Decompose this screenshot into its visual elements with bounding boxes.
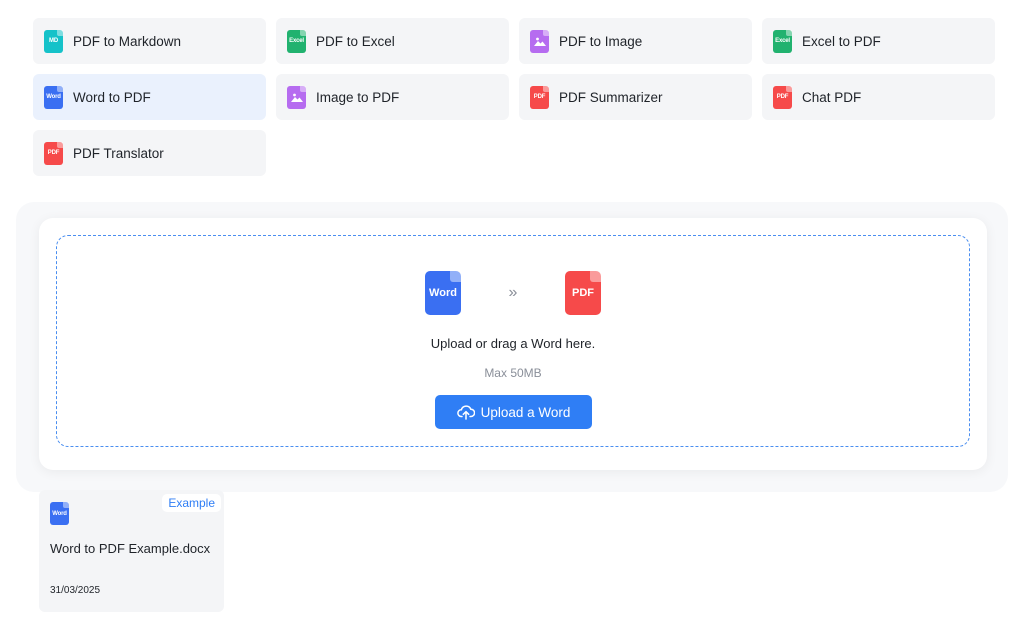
excel-file-icon: Excel [773,29,792,53]
md-file-icon: MD [44,29,63,53]
tool-chat-pdf[interactable]: PDF Chat PDF [762,74,995,120]
example-file-card[interactable]: Example Word Word to PDF Example.docx 31… [39,490,224,612]
conversion-illustration: Word » PDF [57,271,969,315]
cloud-upload-icon [456,405,475,420]
tool-label: PDF Translator [73,145,164,161]
example-filename: Word to PDF Example.docx [50,541,211,556]
tool-label: Image to PDF [316,89,400,105]
tool-label: PDF to Excel [316,33,395,49]
tool-grid: MD PDF to Markdown Excel PDF to Excel PD… [33,18,995,176]
example-date: 31/03/2025 [50,585,101,596]
word-file-icon: Word [44,85,63,109]
word-file-icon: Word [50,502,69,525]
image-file-icon [530,29,549,53]
double-chevron-right-icon: » [508,284,518,301]
pdf-file-icon: PDF [565,271,601,315]
tool-label: Chat PDF [802,89,862,105]
example-badge: Example [162,494,221,512]
max-size-note: Max 50MB [484,366,542,380]
tool-image-to-pdf[interactable]: Image to PDF [276,74,509,120]
tool-pdf-to-excel[interactable]: Excel PDF to Excel [276,18,509,64]
image-file-icon [287,85,306,109]
tool-label: PDF to Markdown [73,33,182,49]
upload-card: Word » PDF Upload or drag a Word here. M… [39,218,987,470]
pdf-file-icon: PDF [530,85,549,109]
tool-word-to-pdf[interactable]: Word Word to PDF [33,74,266,120]
tool-label: Excel to PDF [802,33,881,49]
upload-button-label: Upload a Word [480,404,571,420]
tool-pdf-to-markdown[interactable]: MD PDF to Markdown [33,18,266,64]
tool-label: Word to PDF [73,89,151,105]
tool-label: PDF Summarizer [559,89,663,105]
excel-file-icon: Excel [287,29,306,53]
drop-instruction: Upload or drag a Word here. [430,336,596,351]
file-dropzone[interactable]: Word » PDF Upload or drag a Word here. M… [56,235,970,447]
tool-pdf-summarizer[interactable]: PDF PDF Summarizer [519,74,752,120]
upload-button[interactable]: Upload a Word [435,395,592,429]
tool-label: PDF to Image [559,33,643,49]
pdf-file-icon: PDF [773,85,792,109]
tool-excel-to-pdf[interactable]: Excel Excel to PDF [762,18,995,64]
tool-pdf-translator[interactable]: PDF PDF Translator [33,130,266,176]
word-file-icon: Word [425,271,461,315]
pdf-file-icon: PDF [44,141,63,165]
tool-pdf-to-image[interactable]: PDF to Image [519,18,752,64]
